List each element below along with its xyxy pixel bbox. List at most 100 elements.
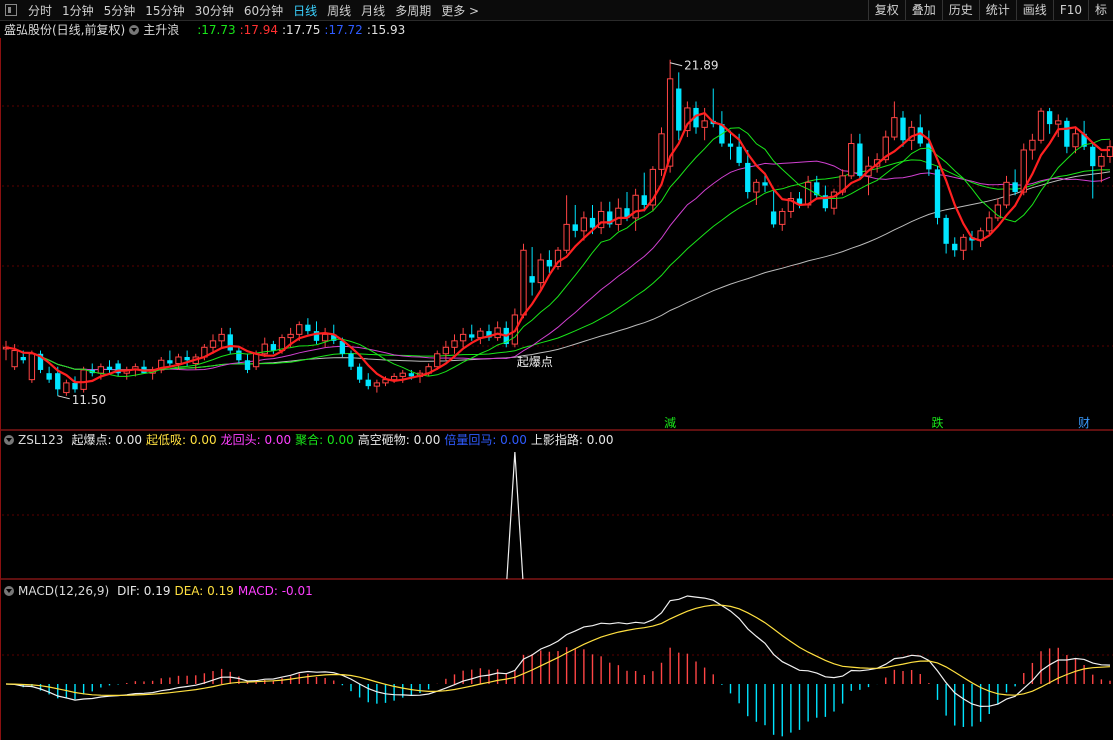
candle-body bbox=[770, 211, 777, 225]
tool-button[interactable]: 统计 bbox=[978, 0, 1016, 20]
menu-icon[interactable] bbox=[5, 4, 17, 16]
candle-body bbox=[244, 360, 251, 370]
main-info-bar: 盛弘股份(日线,前复权) 主升浪 :17.73:17.94:17.75:17.7… bbox=[0, 21, 409, 39]
event-marker: 跌 bbox=[932, 415, 944, 430]
candle-body bbox=[736, 146, 742, 163]
candle-body bbox=[209, 340, 217, 348]
candle-body bbox=[762, 182, 768, 186]
candle-body bbox=[1003, 181, 1010, 206]
candle-body bbox=[1046, 111, 1053, 125]
candle-body bbox=[270, 344, 277, 351]
candle-body bbox=[520, 249, 527, 316]
candle-body bbox=[676, 88, 682, 131]
tool-button[interactable]: 画线 bbox=[1015, 0, 1053, 20]
candle-body bbox=[469, 334, 475, 338]
candle-body bbox=[305, 324, 311, 332]
candle-body bbox=[459, 333, 467, 342]
candle-body bbox=[373, 382, 381, 387]
candle-body bbox=[563, 223, 570, 251]
candle-body bbox=[20, 357, 26, 361]
candle-body bbox=[434, 353, 441, 368]
dropdown-icon[interactable] bbox=[4, 586, 14, 596]
candle-body bbox=[252, 353, 260, 368]
ma-value: :17.73 bbox=[197, 23, 236, 37]
candle-body bbox=[365, 379, 371, 387]
zsl-value: 倍量回马: 0.00 bbox=[444, 433, 527, 447]
zsl-value: 聚合: 0.00 bbox=[295, 433, 354, 447]
candle-body bbox=[1072, 133, 1079, 148]
candle-body bbox=[753, 181, 760, 193]
candle-body bbox=[589, 217, 596, 228]
toolbar: 分时 1分钟 5分钟 15分钟 30分钟 60分钟 日线 周线 月线 多周期 更多 > 复权 叠加 历史… bbox=[0, 0, 1113, 21]
tool-button[interactable]: F10 bbox=[1052, 0, 1088, 20]
event-marker: 減 bbox=[664, 415, 676, 430]
dropdown-icon[interactable] bbox=[129, 25, 140, 35]
candle-body bbox=[641, 195, 647, 205]
candle-body bbox=[529, 276, 535, 283]
period-tab[interactable]: 多周期 bbox=[390, 4, 436, 18]
tool-button[interactable]: 历史 bbox=[941, 0, 979, 20]
candle-body bbox=[1064, 120, 1070, 147]
tool-button[interactable]: 复权 bbox=[867, 0, 905, 20]
candle-body bbox=[11, 350, 18, 368]
ma-line bbox=[5, 171, 1111, 371]
period-tab[interactable]: 日线 bbox=[288, 4, 322, 18]
candle-body bbox=[72, 382, 78, 390]
candle-body bbox=[46, 373, 52, 380]
stock-title[interactable]: 盛弘股份(日线,前复权) bbox=[4, 21, 125, 39]
candle-body bbox=[399, 372, 406, 377]
candle-body bbox=[28, 353, 36, 381]
macd-value: DEA: 0.19 bbox=[174, 584, 234, 598]
candle-body bbox=[986, 217, 993, 232]
candle-body bbox=[615, 207, 622, 225]
candle-body bbox=[537, 259, 544, 284]
low-pointer bbox=[57, 395, 70, 400]
candle-body bbox=[296, 324, 303, 335]
candle-body bbox=[97, 366, 105, 374]
ma-value: :17.72 bbox=[324, 23, 363, 37]
zsl-title[interactable]: ZSL123 bbox=[18, 431, 63, 449]
candle-body bbox=[1055, 120, 1062, 125]
zsl-value: 起爆点: 0.00 bbox=[71, 433, 143, 447]
tool-button[interactable]: 叠加 bbox=[904, 0, 942, 20]
candle-body bbox=[804, 181, 812, 206]
candle-body bbox=[658, 133, 665, 170]
period-tab[interactable]: 5分钟 bbox=[99, 4, 141, 18]
period-tab[interactable]: 周线 bbox=[322, 4, 356, 18]
period-tab[interactable]: 1分钟 bbox=[57, 4, 99, 18]
ma-value: :15.93 bbox=[366, 23, 406, 37]
candle-body bbox=[900, 117, 906, 141]
period-tab[interactable]: 30分钟 bbox=[190, 4, 239, 18]
period-tab[interactable]: 更多 > bbox=[436, 4, 484, 18]
candle-body bbox=[55, 373, 61, 390]
macd-title[interactable]: MACD(12,26,9) bbox=[18, 582, 109, 600]
candle-body bbox=[451, 340, 458, 348]
candle-body bbox=[960, 236, 967, 251]
period-tab[interactable]: 60分钟 bbox=[239, 4, 288, 18]
candle-body bbox=[779, 210, 786, 225]
chart-canvas[interactable]: 21.89 11.50 起爆点減 跌 财 bbox=[0, 0, 1113, 740]
candle-body bbox=[943, 217, 949, 244]
candle-body bbox=[857, 143, 863, 176]
tool-button[interactable]: 标 bbox=[1087, 0, 1113, 20]
period-tab[interactable]: 月线 bbox=[356, 4, 390, 18]
candle-body bbox=[632, 194, 639, 219]
candle-body bbox=[727, 143, 734, 147]
period-tab[interactable]: 15分钟 bbox=[140, 4, 189, 18]
candle-body bbox=[408, 373, 415, 377]
indicator-name[interactable]: 主升浪 bbox=[143, 21, 179, 39]
dropdown-icon[interactable] bbox=[4, 435, 14, 445]
period-tab[interactable]: 分时 bbox=[23, 4, 57, 18]
candle-body bbox=[745, 162, 751, 193]
candle-body bbox=[227, 334, 233, 351]
candle-body bbox=[356, 366, 363, 380]
ma-values: :17.73:17.94:17.75:17.72:15.93 bbox=[197, 21, 409, 39]
zsl-value: 龙回头: 0.00 bbox=[220, 433, 292, 447]
candle-body bbox=[321, 333, 329, 342]
candle-body bbox=[1106, 146, 1113, 157]
macd-value: MACD: -0.01 bbox=[237, 584, 313, 598]
macd-value: DIF: 0.19 bbox=[117, 584, 171, 598]
zsl-value: 上影指路: 0.00 bbox=[530, 433, 614, 447]
candle-body bbox=[572, 224, 578, 231]
candle-body bbox=[477, 330, 484, 339]
